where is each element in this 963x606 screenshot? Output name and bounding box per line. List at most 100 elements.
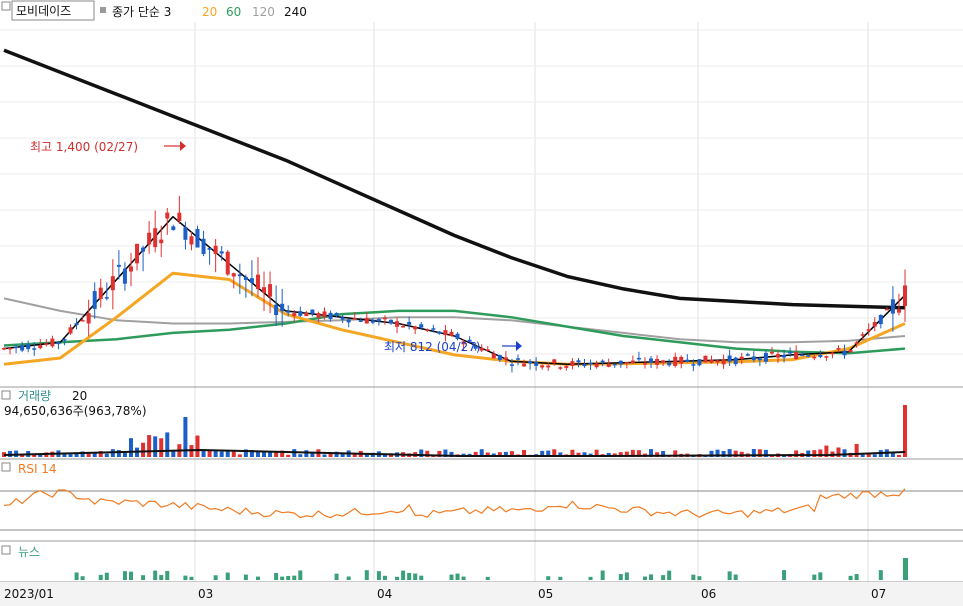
candle-body <box>757 358 762 361</box>
candle-body <box>806 355 811 357</box>
candle-body <box>618 360 623 365</box>
news-bar <box>122 571 127 580</box>
candle-body <box>62 339 67 341</box>
candle-body <box>739 356 744 360</box>
candle-body <box>552 359 557 364</box>
volume-bar <box>159 438 164 457</box>
news-bar <box>618 574 623 580</box>
candle-body <box>606 363 611 367</box>
candle-body <box>509 364 514 366</box>
news-bar <box>128 571 133 580</box>
news-bar <box>213 575 218 580</box>
candle-body <box>836 348 841 350</box>
candle-body <box>903 285 907 306</box>
candle-body <box>14 346 19 349</box>
candle-body <box>395 321 400 327</box>
candle-body <box>364 317 369 324</box>
candle-body <box>449 331 454 336</box>
news-bar <box>183 575 188 580</box>
news-menu-icon[interactable] <box>1 545 11 555</box>
candle-body <box>600 360 605 363</box>
candle-body <box>733 357 738 365</box>
volume-bar <box>68 454 73 457</box>
volume-bar <box>262 452 267 457</box>
candle-body <box>183 227 188 240</box>
volume-bar <box>201 450 206 457</box>
candle-body <box>86 313 91 324</box>
candle-body <box>165 212 170 219</box>
news-bar <box>141 575 146 580</box>
candle-body <box>624 362 629 364</box>
news-bar <box>661 575 666 580</box>
candle-body <box>582 364 587 367</box>
candle-body <box>225 251 230 275</box>
news-bar <box>624 572 629 580</box>
ma-square-icon <box>100 7 106 13</box>
candle-body <box>219 251 224 254</box>
news-bar <box>159 575 164 580</box>
candle-body <box>189 236 194 245</box>
candle-body <box>727 355 732 362</box>
candle-body <box>255 274 260 290</box>
news-bar <box>697 576 702 580</box>
ma-60-label: 60 <box>226 5 241 19</box>
candle-body <box>316 313 321 318</box>
news-bar <box>346 576 351 580</box>
candle-body <box>800 354 805 357</box>
news-bar <box>461 576 466 580</box>
candle-body <box>135 243 140 264</box>
news-bar <box>274 573 279 580</box>
candle-body <box>2 348 6 350</box>
candle-body <box>612 363 617 366</box>
candle-body <box>866 329 871 331</box>
menu-icon[interactable] <box>1 1 11 11</box>
volume-bar <box>903 405 907 457</box>
candle-body <box>655 359 660 365</box>
candle-body <box>703 355 708 363</box>
candle-body <box>8 347 13 350</box>
ma-label: 종가 단순 3 <box>112 5 171 19</box>
candle-body <box>860 334 865 336</box>
volume-bar <box>854 443 859 457</box>
news-bar <box>733 574 738 580</box>
ma-20-label: 20 <box>202 5 217 19</box>
candle-body <box>721 359 726 365</box>
candle-body <box>346 319 351 323</box>
candle-body <box>243 276 248 280</box>
candle-body <box>425 329 430 331</box>
news-bar <box>74 572 79 580</box>
candle-body <box>153 228 158 248</box>
x-tick-label: 05 <box>538 587 553 601</box>
candle-body <box>515 358 520 360</box>
candle-body <box>522 363 527 367</box>
ma-240-label: 240 <box>284 5 307 19</box>
volume-bar <box>165 432 170 457</box>
volume-bar <box>842 449 847 457</box>
rsi-title: RSI 14 <box>18 462 57 476</box>
candle-body <box>497 355 502 361</box>
volume-bar <box>219 451 224 457</box>
news-bar <box>642 576 647 580</box>
candle-body <box>116 264 121 267</box>
candle-body <box>431 328 436 330</box>
candle-body <box>262 287 267 293</box>
news-bar <box>419 575 424 580</box>
news-bar <box>286 575 291 580</box>
candle-body <box>56 342 61 345</box>
candle-body <box>213 245 218 254</box>
news-bar <box>165 570 170 580</box>
candle-body <box>878 314 883 325</box>
rsi-menu-icon[interactable] <box>1 462 11 472</box>
volume-menu-icon[interactable] <box>1 390 11 400</box>
candle-body <box>237 274 242 277</box>
news-bar <box>298 570 303 580</box>
candle-body <box>812 356 817 359</box>
candle-body <box>268 284 273 297</box>
candle-body <box>159 239 164 244</box>
volume-bar <box>122 452 127 457</box>
volume-bar <box>872 454 877 457</box>
candle-body <box>890 299 895 314</box>
x-tick-label: 2023/01 <box>4 587 54 601</box>
news-bar <box>382 575 387 580</box>
candle-body <box>576 360 581 363</box>
